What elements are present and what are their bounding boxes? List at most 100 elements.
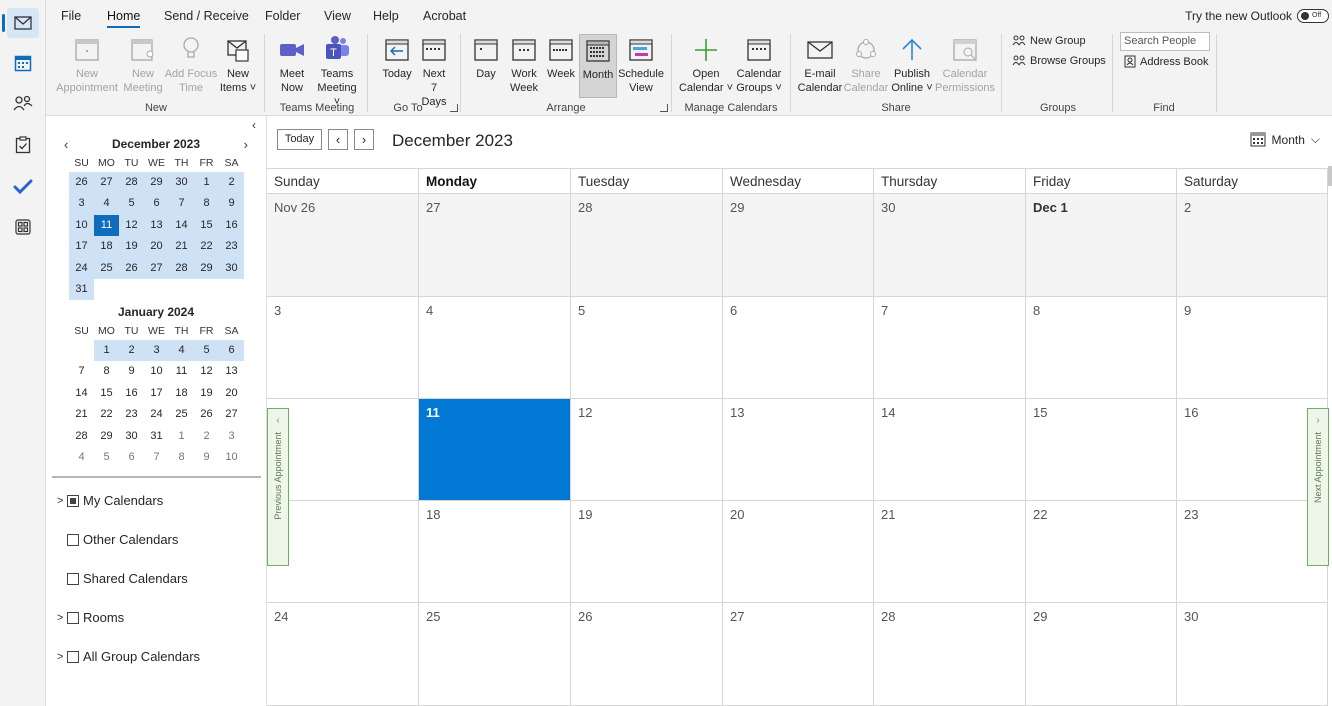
mini-calendar-day[interactable]: 25 — [94, 257, 119, 279]
apps-icon[interactable] — [7, 212, 39, 242]
checkbox[interactable] — [67, 533, 79, 546]
mini-calendar-day[interactable]: 16 — [119, 383, 144, 404]
work-week-view-button[interactable]: Work Week — [506, 34, 542, 95]
mini-calendar-day[interactable]: 18 — [169, 383, 194, 404]
calendar-day-cell[interactable]: 16 — [1177, 399, 1328, 501]
mini-calendar-day[interactable]: 6 — [144, 193, 169, 215]
mini-calendar-day[interactable]: 10 — [69, 214, 94, 237]
mini-calendar-day[interactable]: 14 — [169, 214, 194, 237]
checkbox[interactable] — [67, 611, 79, 624]
mini-calendar-day[interactable]: 5 — [94, 447, 119, 468]
new-appointment-button[interactable]: New Appointment — [54, 34, 120, 95]
mini-calendar-day[interactable]: 15 — [94, 383, 119, 404]
calendar-day-cell[interactable]: 3 — [267, 297, 419, 399]
mini-calendar-day[interactable]: 3 — [219, 426, 244, 447]
mini-calendar-day[interactable]: 29 — [194, 257, 219, 279]
calendar-permissions-button[interactable]: Calendar Permissions — [935, 34, 995, 95]
mini-calendar-day[interactable]: 21 — [169, 236, 194, 258]
mini-calendar-day[interactable]: 9 — [119, 361, 144, 382]
next-appointment-button[interactable]: › Next Appointment — [1307, 408, 1329, 566]
chevron-right-icon[interactable]: > — [57, 651, 67, 663]
browse-groups-button[interactable]: Browse Groups — [1012, 55, 1106, 67]
calendar-day-cell[interactable]: 20 — [723, 501, 874, 603]
mini-calendar-day[interactable]: 31 — [144, 426, 169, 447]
calendar-day-cell[interactable]: 7 — [874, 297, 1026, 399]
mini-calendar-day[interactable]: 2 — [119, 340, 144, 362]
calendar-day-cell[interactable]: 27 — [419, 194, 571, 297]
open-calendar-button[interactable]: Open Calendar ˅ — [678, 34, 734, 95]
mini-calendar-day[interactable]: 13 — [219, 361, 244, 382]
calendar-day-cell[interactable]: 27 — [723, 603, 874, 706]
mini-calendar-day[interactable]: 4 — [69, 447, 94, 468]
calendar-group-rooms[interactable]: > Rooms — [57, 610, 124, 625]
mini-calendar-day[interactable]: 17 — [69, 236, 94, 258]
calendar-day-cell[interactable]: 13 — [723, 399, 874, 501]
mini-calendar-day[interactable]: 28 — [119, 172, 144, 194]
scrollbar[interactable] — [1328, 166, 1332, 186]
add-focus-time-button[interactable]: Add Focus Time — [164, 34, 218, 95]
mini-calendar-day[interactable]: 10 — [144, 361, 169, 382]
checkbox[interactable] — [67, 572, 79, 585]
mini-calendar-day[interactable]: 2 — [219, 172, 244, 194]
calendar-day-cell[interactable]: 30 — [874, 194, 1026, 297]
mini-calendar-day[interactable]: 7 — [169, 193, 194, 215]
mini-calendar-day[interactable]: 28 — [169, 257, 194, 279]
tasks-icon[interactable] — [7, 130, 39, 160]
mini-calendar-day[interactable]: 27 — [144, 257, 169, 279]
mini-calendar-day[interactable]: 24 — [144, 404, 169, 425]
mini-calendar-day[interactable]: 11 — [169, 361, 194, 382]
search-people-input[interactable]: Search People — [1120, 32, 1210, 51]
mini-calendar-day[interactable]: 3 — [69, 193, 94, 215]
mini-calendar-day[interactable]: 15 — [194, 214, 219, 237]
mini-calendar-day[interactable]: 6 — [119, 447, 144, 468]
calendar-day-cell[interactable]: 29 — [723, 194, 874, 297]
mini-calendar-day[interactable]: 30 — [169, 172, 194, 194]
week-view-button[interactable]: Week — [545, 34, 577, 81]
next-month-button[interactable]: › — [354, 129, 374, 150]
tab-folder[interactable]: Folder — [265, 9, 300, 23]
mini-calendar-day[interactable]: 5 — [119, 193, 144, 215]
calendar-day-cell[interactable]: 9 — [1177, 297, 1328, 399]
mini-calendar-day[interactable]: 8 — [169, 447, 194, 468]
calendar-day-cell[interactable]: 17 — [267, 501, 419, 603]
tab-help[interactable]: Help — [373, 9, 399, 23]
goto-launcher-icon[interactable] — [450, 104, 458, 112]
mini-calendar-day[interactable]: 9 — [219, 193, 244, 215]
calendar-day-cell[interactable]: 12 — [571, 399, 723, 501]
mini-calendar-day[interactable]: 8 — [194, 193, 219, 215]
mini-calendar-day[interactable]: 26 — [194, 404, 219, 425]
calendar-group-my-calendars[interactable]: > My Calendars — [57, 493, 163, 508]
mini-calendar-day[interactable]: 21 — [69, 404, 94, 425]
mini-calendar-day[interactable]: 26 — [69, 172, 94, 194]
mini-calendar-day[interactable]: 16 — [219, 214, 244, 237]
try-new-outlook-toggle[interactable]: Off — [1297, 9, 1329, 23]
mini-calendar-day[interactable]: 5 — [194, 340, 219, 362]
calendar-day-cell[interactable]: 15 — [1026, 399, 1177, 501]
calendar-day-cell[interactable]: 28 — [874, 603, 1026, 706]
arrange-launcher-icon[interactable] — [660, 104, 668, 112]
mini-calendar-day[interactable]: 24 — [69, 257, 94, 279]
new-group-button[interactable]: New Group — [1012, 35, 1086, 47]
next-month-icon[interactable]: › — [244, 137, 248, 152]
mini-calendar-day[interactable]: 12 — [119, 214, 144, 237]
new-meeting-button[interactable]: New Meeting — [122, 34, 164, 95]
mini-calendar-day[interactable]: 30 — [119, 426, 144, 447]
meet-now-button[interactable]: Meet Now — [271, 34, 313, 95]
collapse-pane-icon[interactable]: ‹ — [252, 118, 256, 132]
mini-calendar-day[interactable]: 2 — [194, 426, 219, 447]
mail-icon[interactable] — [2, 8, 39, 38]
people-icon[interactable] — [7, 88, 39, 118]
mini-calendar-day[interactable]: 1 — [169, 426, 194, 447]
calendar-day-cell[interactable]: 25 — [419, 603, 571, 706]
calendar-day-cell[interactable]: 22 — [1026, 501, 1177, 603]
share-calendar-button[interactable]: Share Calendar — [843, 34, 889, 95]
mini-calendar-day[interactable]: 13 — [144, 214, 169, 237]
schedule-view-button[interactable]: Schedule View — [618, 34, 664, 95]
calendar-day-cell[interactable]: 6 — [723, 297, 874, 399]
mini-calendar-day[interactable]: 1 — [94, 340, 119, 362]
calendar-day-cell[interactable]: 26 — [571, 603, 723, 706]
calendar-day-cell[interactable]: 30 — [1177, 603, 1328, 706]
address-book-button[interactable]: Address Book — [1124, 55, 1208, 68]
mini-calendar-day[interactable]: 19 — [119, 236, 144, 258]
mini-calendar-day[interactable]: 4 — [169, 340, 194, 362]
